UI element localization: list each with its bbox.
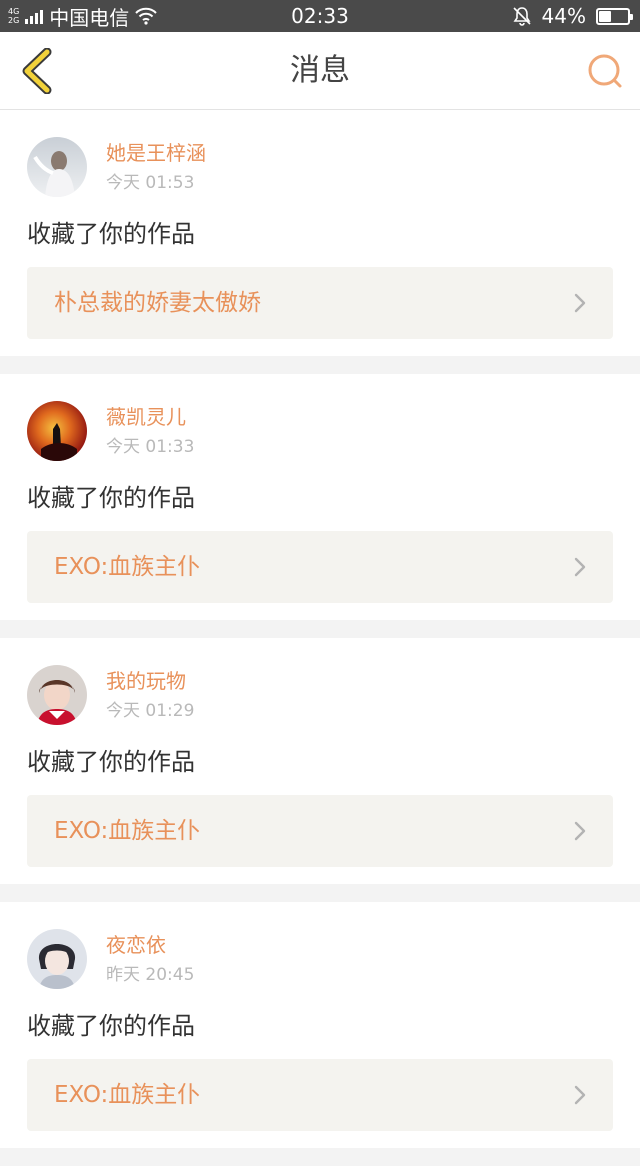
work-title: EXO:血族主仆 [54, 1082, 201, 1108]
work-link[interactable]: 朴总裁的娇妻太傲娇 [27, 267, 613, 339]
signal-icon [25, 8, 44, 24]
message-list: 她是王梓涵 今天 01:53 收藏了你的作品 朴总裁的娇妻太傲娇 薇凯灵儿 今天… [0, 110, 640, 1166]
user-name[interactable]: 夜恋依 [106, 932, 166, 958]
chevron-right-icon [574, 293, 586, 313]
avatar[interactable] [27, 929, 87, 989]
search-button[interactable] [580, 46, 630, 96]
battery-percent: 44% [541, 4, 586, 28]
message-card: 我的玩物 今天 01:29 收藏了你的作品 EXO:血族主仆 [0, 638, 640, 884]
search-icon [588, 54, 622, 88]
battery-icon [596, 7, 633, 25]
wifi-icon [135, 7, 158, 25]
network-type: 4G 2G [8, 7, 19, 25]
message-action: 收藏了你的作品 [27, 484, 195, 512]
avatar[interactable] [27, 665, 87, 725]
message-card: 她是王梓涵 今天 01:53 收藏了你的作品 朴总裁的娇妻太傲娇 [0, 110, 640, 356]
avatar[interactable] [27, 137, 87, 197]
carrier-name: 中国电信 [49, 5, 130, 30]
work-title: EXO:血族主仆 [54, 818, 201, 844]
battery-fill [599, 10, 612, 22]
user-name[interactable]: 我的玩物 [106, 668, 186, 694]
work-title: EXO:血族主仆 [54, 554, 201, 580]
network-type-top: 4G [8, 7, 20, 16]
user-name[interactable]: 薇凯灵儿 [106, 404, 186, 430]
message-time: 昨天 20:45 [106, 965, 195, 985]
message-action: 收藏了你的作品 [27, 1012, 195, 1040]
message-time: 今天 01:53 [106, 173, 195, 193]
work-link[interactable]: EXO:血族主仆 [27, 1059, 613, 1131]
chevron-right-icon [574, 1085, 586, 1105]
user-name[interactable]: 她是王梓涵 [106, 140, 206, 166]
work-title: 朴总裁的娇妻太傲娇 [54, 290, 261, 316]
status-right: 44% [512, 0, 633, 32]
mute-bell-icon [512, 7, 531, 26]
message-card: 夜恋依 昨天 20:45 收藏了你的作品 EXO:血族主仆 [0, 902, 640, 1148]
network-type-bottom: 2G [8, 16, 20, 25]
avatar[interactable] [27, 401, 87, 461]
message-action: 收藏了你的作品 [27, 748, 195, 776]
work-link[interactable]: EXO:血族主仆 [27, 795, 613, 867]
status-bar: 4G 2G 中国电信 02:33 44% [0, 0, 640, 32]
status-left: 4G 2G 中国电信 [8, 0, 158, 32]
message-card: 薇凯灵儿 今天 01:33 收藏了你的作品 EXO:血族主仆 [0, 374, 640, 620]
chevron-right-icon [574, 821, 586, 841]
message-time: 今天 01:33 [106, 437, 195, 457]
message-action: 收藏了你的作品 [27, 220, 195, 248]
message-time: 今天 01:29 [106, 701, 195, 721]
nav-bar: 消息 [0, 32, 640, 110]
work-link[interactable]: EXO:血族主仆 [27, 531, 613, 603]
chevron-right-icon [574, 557, 586, 577]
page-title: 消息 [290, 53, 350, 88]
